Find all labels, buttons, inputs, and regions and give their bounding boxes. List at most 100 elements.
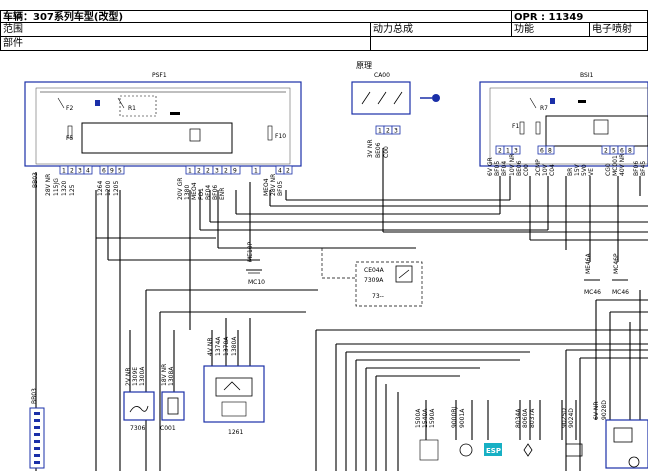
mc46-label: MC46 [584, 289, 601, 296]
lower-wire-label: 1500A [415, 408, 422, 428]
psf1-pin-label: 2 [197, 168, 201, 175]
psf1-pin-label: 3 [215, 168, 219, 175]
bsi1-pin-label: 8 [628, 148, 632, 155]
component-1261: 1261 [203, 365, 265, 436]
bsi1-pin-label: 2 [604, 148, 608, 155]
bsi1-wire-label: MC001 [612, 155, 619, 176]
wires [35, 148, 648, 471]
lower-wire-label: 1309E [132, 367, 139, 386]
bsi1-pin-label: 6 [540, 148, 544, 155]
bsi1-wire-label: BF06 [633, 161, 640, 176]
psf1-pin-label: 2 [70, 168, 74, 175]
psf1-wire-label: 1205 [113, 181, 120, 196]
fuse-f10: F10 [275, 133, 286, 140]
bsi1-pin-label: 2 [498, 148, 502, 155]
psf1-wire-label: FO1 [198, 188, 205, 200]
esp-label: ESP [486, 447, 501, 455]
bsi1-wire-label: CG0 [605, 163, 612, 176]
psf1-wire-label: 1320 [61, 181, 68, 196]
ce04a-ref: 73-- [372, 293, 384, 300]
lower-wire-label: 1300A [139, 366, 146, 386]
psf1-wire-label: BF04 [205, 185, 212, 200]
ca00-pin-label: 2 [386, 128, 390, 135]
psf1-wire-label: BF05 [277, 181, 284, 196]
bsi1-pin-label: 8 [548, 148, 552, 155]
lower-wire-label: 1380A [231, 336, 238, 356]
psf1-pin-label: 2 [224, 168, 228, 175]
ca00-pin-label: 1 [378, 128, 382, 135]
bsi1-wire-label: BR [567, 168, 574, 176]
psf1-pin-label: 3 [78, 168, 82, 175]
bsi1-wire-label: 10V NR [509, 154, 516, 176]
bsi1-pin-label: 5 [612, 148, 616, 155]
lower-wire-label: 9028D [601, 400, 608, 420]
lower-wire-label: 9000BJ [451, 407, 458, 428]
psf1-pin-label: 2 [286, 168, 290, 175]
bb03b-wire-label: BB03 [31, 388, 38, 404]
lower-wire-label: 1374A [215, 336, 222, 356]
lower-wire-label: 8034A [515, 408, 522, 428]
psf1-pin-label: 1 [188, 168, 192, 175]
psf1-pin-strip: 1234695122329142 [59, 165, 293, 175]
bsi1-wire-label: C04 [549, 164, 556, 176]
psf1-wire-label: 115JG [53, 178, 60, 196]
battery-cell [34, 447, 40, 450]
bsi1-wire-label: 2CMP [535, 159, 542, 176]
ground-mc46: MC46 MC46 [584, 279, 629, 296]
psf1-wire-label: MEO4 [263, 178, 270, 196]
battery-cell [34, 419, 40, 422]
psf1-pin-label: 2 [206, 168, 210, 175]
psf1-pin-label: 1 [254, 168, 258, 175]
battery-cell [34, 412, 40, 415]
bsi1-wire-label: 15V [574, 163, 581, 176]
psf1-pin-label: 1 [62, 168, 66, 175]
psf1-wire-label: ENR [219, 188, 226, 200]
battery-cell [34, 461, 40, 464]
psf1-wire-label: 28V NR [270, 174, 277, 196]
key-icon [432, 94, 440, 102]
psf1-wire-label: 1264 [97, 181, 104, 196]
wiring-diagram: 原理 PSF1 F2 F5 F10 R1 1234695122329142 CA… [24, 61, 648, 471]
bsi1-wire-label: VE [588, 168, 595, 176]
fuse-f1: F1 [512, 123, 519, 130]
bsi1-wire-label: 40V NR [619, 154, 626, 176]
psf1-wire-label: 20V GR [177, 178, 184, 200]
psf1-pin-label: 9 [233, 168, 237, 175]
lower-wire-label: 8060A [522, 408, 529, 428]
bsi1-pin-label: 1 [506, 148, 510, 155]
ca00-wire-label: BE06 [375, 142, 382, 158]
ground-mc10: MC10 [246, 269, 265, 286]
wire-labels: 28V NR 115JG 1320 125 1264 1200 1205 20V GR 1380… [31, 140, 647, 429]
psf1-pin-label: 9 [110, 168, 114, 175]
battery-cell [34, 433, 40, 436]
component-7306: 7306 [123, 391, 155, 432]
ce04a-component: CE04A 7309A 73-- [355, 261, 423, 307]
mc10-label: MC10 [248, 279, 265, 286]
psf1-wire-label: MEO4 [191, 182, 198, 200]
bsi1-wire-label: C00 [523, 164, 530, 176]
lower-wire-label: 9001A [459, 408, 466, 428]
c7306-label: 7306 [130, 425, 145, 432]
battery-cell [34, 454, 40, 457]
lower-wire-label: 2V NR [125, 368, 132, 387]
battery-bb03 [29, 407, 45, 469]
mc46p-wire-label: MC46P [613, 253, 620, 274]
lower-wire-label: 1590A [429, 408, 436, 428]
battery-cell [34, 426, 40, 429]
gear-icon [523, 443, 533, 457]
psf1-pin-label: 5 [118, 168, 122, 175]
ce04a-label: CE04A [364, 267, 385, 274]
fuse-f5: F5 [66, 135, 73, 142]
psf1-pin-label: 6 [102, 168, 106, 175]
psf1-pin-label: 4 [278, 168, 282, 175]
bsi1-wire-label: 5V0 [581, 164, 588, 176]
relay-r7: R7 [540, 105, 548, 112]
principle-label: 原理 [356, 61, 372, 70]
bsi1-pin-label: 6 [620, 148, 624, 155]
lower-wire-label: 18V NR [161, 364, 168, 386]
bsi1-wire-label: BF04 [501, 161, 508, 176]
bsi1-module: BSI1 F1 R7 213682568 [479, 72, 648, 167]
component-c001: C001 [160, 391, 185, 432]
fuse-f2: F2 [66, 105, 73, 112]
psf1-wire-label: 125 [69, 184, 76, 196]
